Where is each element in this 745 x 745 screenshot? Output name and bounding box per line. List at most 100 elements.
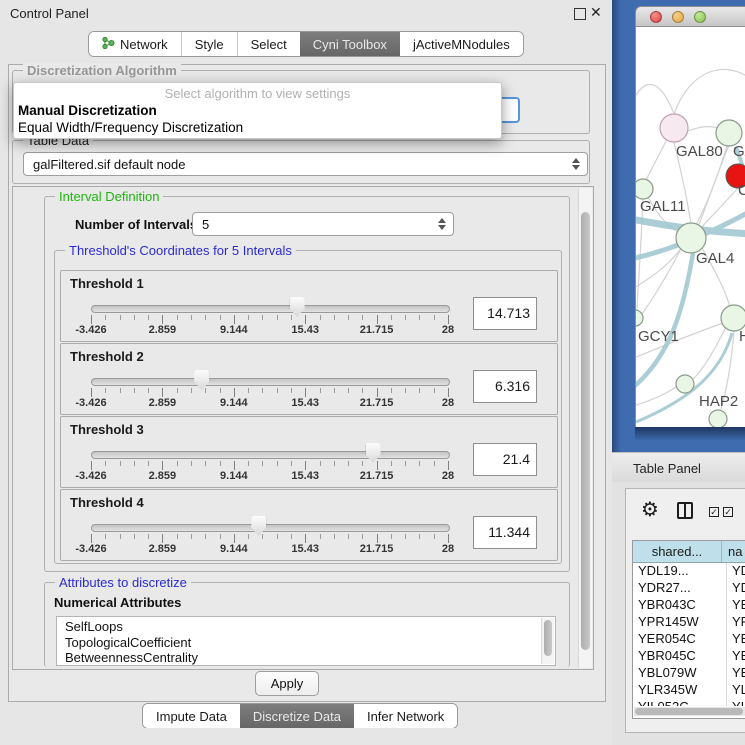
slider-tick	[305, 315, 306, 324]
attributes-group-label: Attributes to discretize	[55, 575, 191, 590]
threshold-3-panel: Threshold 3 -3.4262.8599.14415.4321.7152…	[60, 416, 558, 488]
close-traffic-light-icon[interactable]	[650, 11, 662, 23]
node-partial-bottom[interactable]	[709, 410, 727, 427]
slider-tick	[91, 315, 92, 324]
slider-tick	[191, 461, 192, 466]
table-panel-inner: ⚙ ✓ ✓ shared... na YDL19...YDL1 YDR27...…	[625, 488, 745, 733]
threshold-4-slider-track[interactable]	[91, 524, 450, 532]
tab-select[interactable]: Select	[237, 32, 300, 56]
attributes-scrollbar[interactable]	[541, 618, 554, 664]
tab-infer-network[interactable]: Infer Network	[354, 704, 457, 728]
table-row[interactable]: YDR27...YDR2	[633, 580, 745, 597]
slider-tick	[291, 388, 292, 393]
node-hap2[interactable]	[676, 375, 694, 393]
slider-tick	[320, 388, 321, 393]
float-window-icon[interactable]	[574, 8, 586, 20]
threshold-3-slider-track[interactable]	[91, 451, 450, 459]
threshold-2-slider-thumb[interactable]	[194, 370, 209, 390]
slider-tick	[262, 461, 263, 466]
checkbox-checked-icon[interactable]: ✓	[723, 507, 733, 517]
table-row[interactable]: YBL079WYBL0	[633, 665, 745, 682]
slider-tick	[334, 534, 335, 539]
table-row[interactable]: YDL19...YDL1	[633, 563, 745, 580]
table-data-combobox[interactable]: galFiltered.sif default node	[23, 152, 588, 176]
slider-tick	[277, 534, 278, 539]
network-window: GAL80 GA C GAL11 GAL4 GCY1 H HAP2	[635, 6, 745, 427]
slider-tick-label: 28	[442, 324, 454, 336]
slider-tick	[234, 534, 235, 543]
table-row[interactable]: YLR345WYLR3	[633, 682, 745, 699]
slider-tick	[91, 388, 92, 397]
threshold-3-slider-thumb[interactable]	[366, 443, 381, 463]
tab-style[interactable]: Style	[181, 32, 237, 56]
column-header-name[interactable]: na	[722, 541, 745, 562]
table-row[interactable]: YIL052CYIL0	[633, 699, 745, 706]
threshold-4-slider-thumb[interactable]	[251, 516, 266, 536]
threshold-2-value-field[interactable]: 6.316	[473, 370, 537, 403]
threshold-1-slider-track[interactable]	[91, 305, 450, 313]
gear-icon[interactable]: ⚙	[641, 497, 659, 522]
settings-scrollbar[interactable]	[578, 188, 592, 668]
network-window-titlebar[interactable]	[635, 6, 745, 27]
attribute-item[interactable]: TopologicalCoefficient	[65, 635, 555, 651]
network-icon	[102, 36, 115, 53]
table-horizontal-scrollbar[interactable]	[634, 707, 745, 716]
node-table: shared... na YDL19...YDL1 YDR27...YDR2 Y…	[632, 540, 745, 719]
node-label-partial-c: C	[738, 182, 745, 199]
minimize-traffic-light-icon[interactable]	[672, 11, 684, 23]
tab-jactivemnodules[interactable]: jActiveMNodules	[400, 32, 523, 56]
slider-tick	[277, 315, 278, 320]
node-gal11[interactable]	[636, 179, 653, 199]
attribute-item[interactable]: SelfLoops	[65, 619, 555, 635]
slider-tick-label: 15.43	[291, 543, 319, 555]
slider-tick	[91, 534, 92, 543]
slider-tick	[248, 534, 249, 539]
zoom-traffic-light-icon[interactable]	[694, 11, 706, 23]
discretization-algorithm-label: Discretization Algorithm	[23, 63, 181, 78]
slider-tick	[105, 461, 106, 466]
attributes-scrollbar-thumb[interactable]	[544, 620, 552, 656]
node-gcy1[interactable]	[636, 310, 643, 326]
node-gal80[interactable]	[660, 114, 688, 142]
slider-tick	[320, 461, 321, 466]
column-header-shared-name[interactable]: shared...	[633, 541, 722, 562]
slider-tick	[434, 461, 435, 466]
split-columns-icon[interactable]	[677, 502, 693, 519]
attribute-item[interactable]: BetweennessCentrality	[65, 650, 555, 666]
settings-scrollbar-thumb[interactable]	[581, 212, 590, 650]
node-label-gal80: GAL80	[676, 143, 723, 160]
bottom-tabs: Impute Data Discretize Data Infer Networ…	[142, 703, 458, 729]
number-of-intervals-combobox[interactable]: 5	[192, 212, 454, 236]
checkbox-checked-icon[interactable]: ✓	[709, 507, 719, 517]
table-row[interactable]: YPR145WYPR1	[633, 614, 745, 631]
tab-discretize-data[interactable]: Discretize Data	[240, 704, 354, 728]
threshold-1-slider-thumb[interactable]	[290, 297, 305, 317]
table-row[interactable]: YER054CYER0	[633, 631, 745, 648]
table-row[interactable]: YBR043CYBR0	[633, 597, 745, 614]
slider-tick	[348, 461, 349, 466]
network-canvas[interactable]: GAL80 GA C GAL11 GAL4 GCY1 H HAP2	[635, 27, 745, 427]
close-icon[interactable]: ✕	[590, 4, 602, 21]
dropdown-option-equal-width[interactable]: Equal Width/Frequency Discretization	[18, 120, 243, 135]
threshold-2-slider-track[interactable]	[91, 378, 450, 386]
tab-cyni-toolbox[interactable]: Cyni Toolbox	[300, 32, 400, 56]
node-gal4[interactable]	[676, 223, 706, 253]
slider-tick	[419, 315, 420, 320]
slider-tick	[262, 534, 263, 539]
number-of-intervals-label: Number of Intervals	[75, 217, 197, 232]
threshold-3-value-field[interactable]: 21.4	[473, 443, 537, 476]
table-hscrollbar-thumb[interactable]	[635, 708, 743, 715]
threshold-4-value-field[interactable]: 11.344	[473, 516, 537, 549]
slider-tick-label: -3.426	[75, 397, 106, 409]
threshold-1-value-field[interactable]: 14.713	[473, 297, 537, 330]
tab-impute-data[interactable]: Impute Data	[143, 704, 240, 728]
tab-network[interactable]: Network	[89, 32, 181, 56]
dropdown-option-manual[interactable]: Manual Discretization	[18, 103, 157, 118]
apply-button[interactable]: Apply	[255, 671, 319, 696]
table-row[interactable]: YBR045CYBR0	[633, 648, 745, 665]
slider-tick	[148, 315, 149, 320]
slider-tick	[377, 315, 378, 324]
slider-tick	[248, 315, 249, 320]
slider-tick-label: 28	[442, 397, 454, 409]
thresholds-group-label: Threshold's Coordinates for 5 Intervals	[65, 243, 296, 258]
